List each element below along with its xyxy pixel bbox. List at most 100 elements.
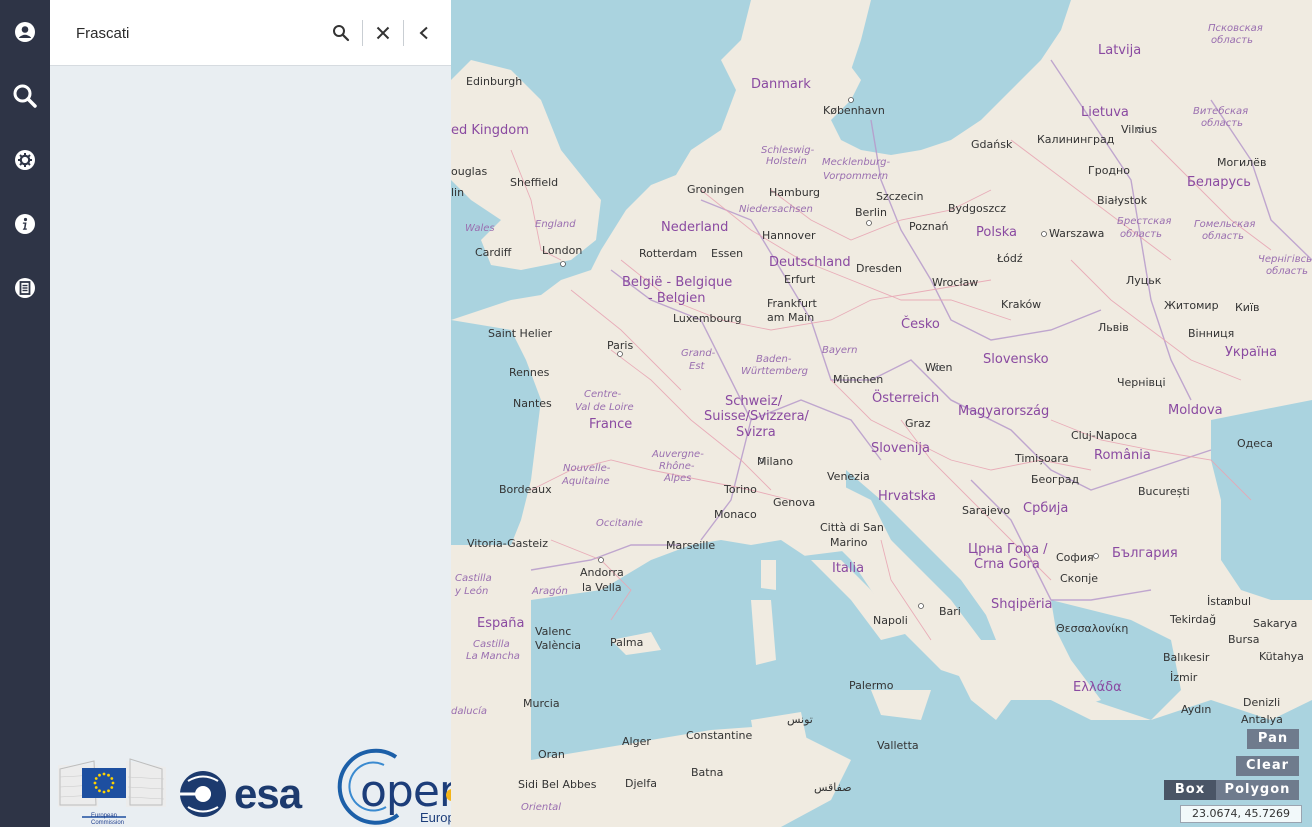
city-label: Калининград xyxy=(1037,133,1115,146)
region-label: Гомельская xyxy=(1194,219,1256,230)
city-label: Frankfurt xyxy=(767,297,817,310)
country-label: Crna Gora xyxy=(974,557,1040,572)
country-label: ed Kingdom xyxy=(451,123,529,138)
region-label: Псковская xyxy=(1208,23,1263,34)
search-rail-button[interactable] xyxy=(0,64,50,128)
city-label: Andorra xyxy=(580,566,624,579)
city-label: Скопје xyxy=(1060,572,1099,585)
info-button[interactable] xyxy=(0,192,50,256)
city-label: Alger xyxy=(622,735,651,748)
city-label: Oran xyxy=(538,748,565,761)
search-submit-button[interactable] xyxy=(329,21,353,45)
city-label: Cardiff xyxy=(475,246,512,259)
city-label: ouglas xyxy=(451,165,488,178)
city-label: Bydgoszcz xyxy=(948,202,1007,215)
city-label: Monaco xyxy=(714,508,757,521)
city-label: Одеса xyxy=(1237,437,1273,450)
country-label: Србија xyxy=(1023,501,1069,516)
city-label: Dresden xyxy=(856,262,902,275)
region-label: La Mancha xyxy=(466,651,520,662)
city-label: Bari xyxy=(939,605,961,618)
country-label: Беларусь xyxy=(1187,175,1251,190)
documents-button[interactable] xyxy=(0,256,50,320)
country-label: Hrvatska xyxy=(878,489,936,504)
city-label: Sarajevo xyxy=(962,504,1011,517)
city-label: Kütahya xyxy=(1259,650,1304,663)
city-label: Hamburg xyxy=(769,186,820,199)
city-label: Θεσσαλονίκη xyxy=(1056,622,1129,635)
search-icon xyxy=(333,25,350,42)
clear-search-button[interactable] xyxy=(371,21,395,45)
country-label: Deutschland xyxy=(769,255,851,270)
country-label: Latvija xyxy=(1098,43,1142,58)
box-button[interactable]: Box xyxy=(1164,780,1216,800)
city-label: Venezia xyxy=(827,470,870,483)
region-label: Niedersachsen xyxy=(739,204,813,215)
region-label: Чернігівсь xyxy=(1258,254,1312,265)
region-label: Castilla xyxy=(473,639,510,650)
city-label: تونس xyxy=(787,713,813,726)
search-icon xyxy=(13,84,37,108)
city-label: Genova xyxy=(773,496,816,509)
country-label: България xyxy=(1112,546,1178,561)
city-label: Hannover xyxy=(762,229,816,242)
region-label: Vorpommern xyxy=(823,171,889,182)
city-label: Napoli xyxy=(873,614,908,627)
country-label: Lietuva xyxy=(1081,105,1129,120)
region-label: область xyxy=(1211,35,1254,46)
info-icon xyxy=(15,214,35,234)
collapse-panel-button[interactable] xyxy=(412,21,436,45)
city-label: Paris xyxy=(607,339,634,352)
city-label: Poznań xyxy=(909,220,949,233)
city-label: Aydın xyxy=(1181,703,1212,716)
region-label: Nouvelle- xyxy=(563,463,611,474)
region-label: Val de Loire xyxy=(575,402,634,413)
chevron-left-icon xyxy=(419,26,428,40)
city-label: Cluj-Napoca xyxy=(1071,429,1138,442)
region-label: Oriental xyxy=(521,802,562,813)
country-label: France xyxy=(589,417,633,432)
city-label: Constantine xyxy=(686,729,753,742)
separator xyxy=(362,20,363,46)
region-label: Est xyxy=(689,361,705,372)
city-label: Bordeaux xyxy=(499,483,552,496)
clear-button[interactable]: Clear xyxy=(1236,756,1299,776)
country-label: Shqipëria xyxy=(991,597,1053,612)
country-label: - Belgien xyxy=(648,291,706,306)
region-label: область xyxy=(1202,231,1245,242)
city-label: Sidi Bel Abbes xyxy=(518,778,597,791)
city-label: Białystok xyxy=(1097,194,1148,207)
region-label: Mecklenburg- xyxy=(822,157,891,168)
city-label: Denizli xyxy=(1243,696,1281,709)
user-button[interactable] xyxy=(0,0,50,64)
country-label: Schweiz/ xyxy=(725,394,783,409)
country-label: Česko xyxy=(901,317,940,332)
country-label: Slovenija xyxy=(871,441,930,456)
city-label: Batna xyxy=(691,766,724,779)
region-label: Occitanie xyxy=(596,518,643,529)
ec-label: European Commission xyxy=(91,813,125,826)
settings-button[interactable] xyxy=(0,128,50,192)
city-label: Sheffield xyxy=(510,176,559,189)
region-label: область xyxy=(1266,266,1309,277)
region-label: Витебская xyxy=(1193,106,1249,117)
city-label: Balıkesir xyxy=(1163,651,1210,664)
polygon-button[interactable]: Polygon xyxy=(1216,780,1299,800)
city-label: Valenc xyxy=(535,625,572,638)
country-label: Italia xyxy=(832,561,865,576)
city-label: Kraków xyxy=(1001,298,1042,311)
map-view[interactable]: Danmark Latvija Lietuva ed Kingdom Белар… xyxy=(451,0,1312,827)
search-bar xyxy=(50,0,451,66)
city-label: Groningen xyxy=(687,183,745,196)
partner-logos: European Commission esa opernicus Europe… xyxy=(50,735,566,827)
city-label: Bursa xyxy=(1228,633,1260,646)
city-label: Erfurt xyxy=(784,273,816,286)
region-label: Rhône- xyxy=(659,461,695,472)
city-label: Edinburgh xyxy=(466,75,523,88)
city-label: İstanbul xyxy=(1207,595,1252,608)
search-input[interactable] xyxy=(68,17,318,49)
pan-button[interactable]: Pan xyxy=(1247,729,1299,749)
city-label: Łódź xyxy=(997,252,1023,265)
esa-wordmark: esa xyxy=(234,770,302,817)
city-label: am Main xyxy=(767,311,815,324)
